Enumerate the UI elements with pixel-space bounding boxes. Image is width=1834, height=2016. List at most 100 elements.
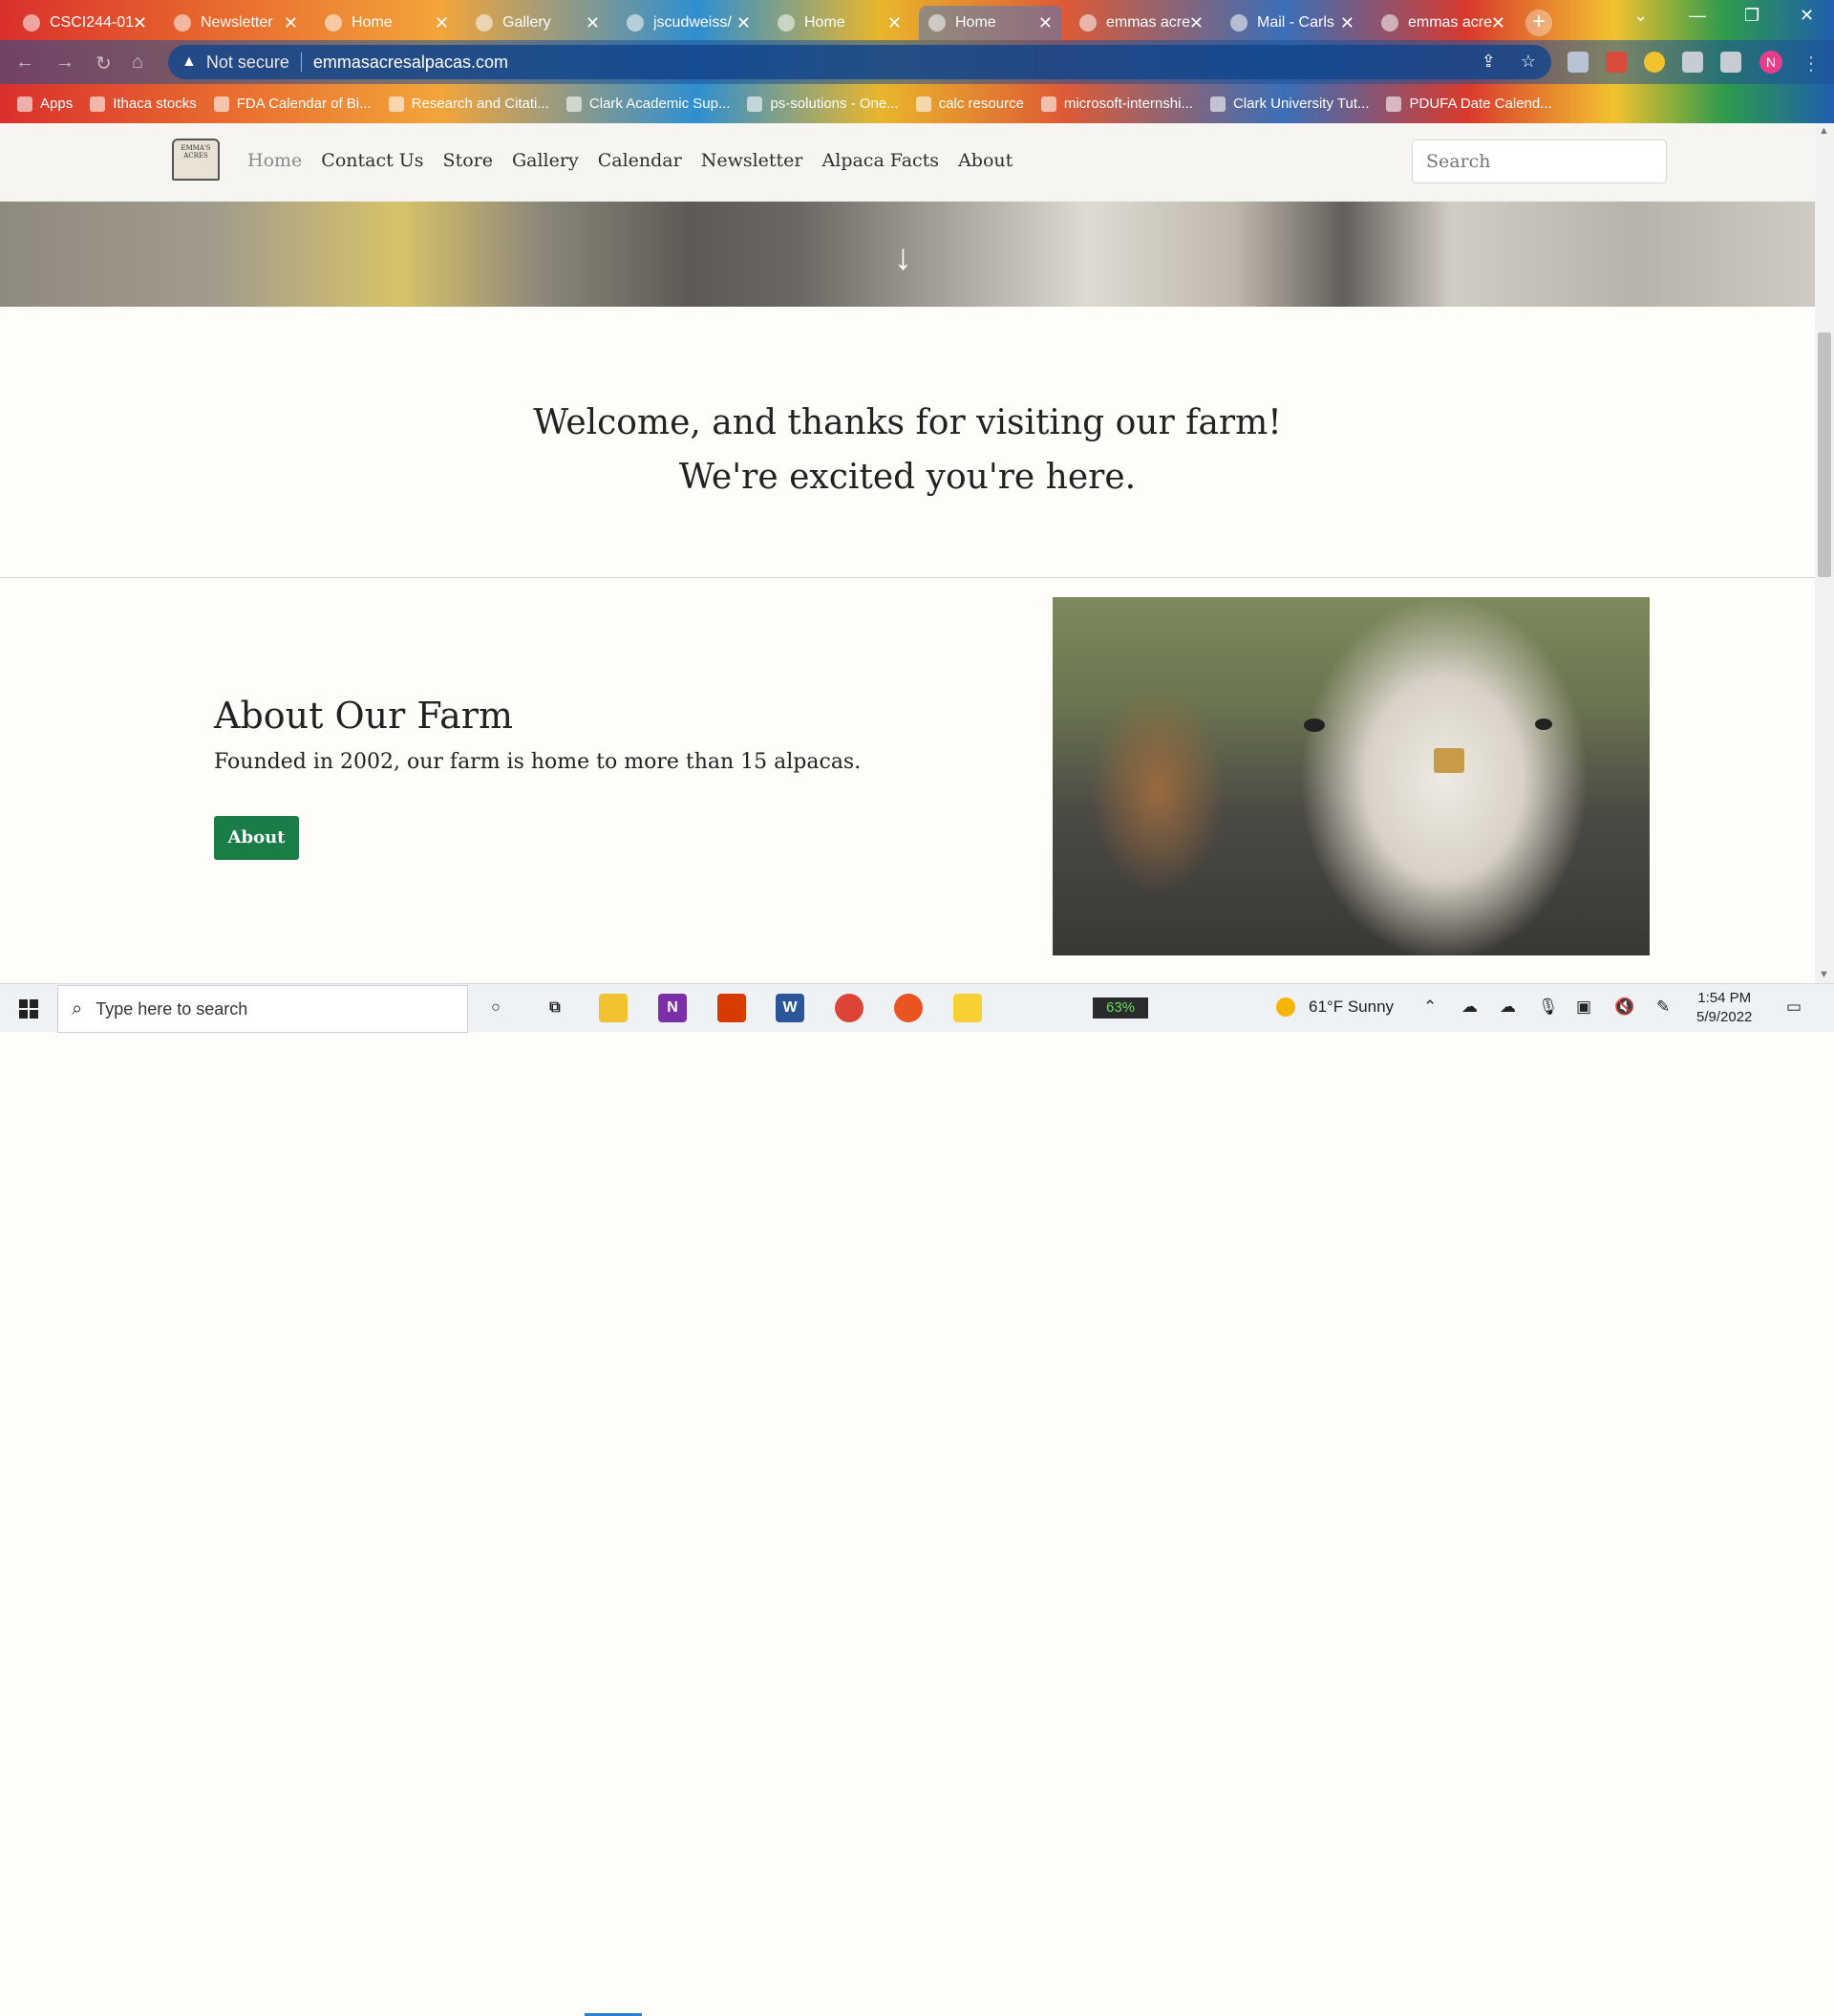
bookmark-favicon-icon <box>90 96 106 112</box>
extensions-puzzle-icon[interactable] <box>1682 52 1703 73</box>
browser-tab[interactable]: Home ✕ <box>768 6 911 40</box>
microphone-icon[interactable]: 🎙 <box>1538 997 1559 1017</box>
apps-grid-icon <box>17 96 32 112</box>
nav-home[interactable]: Home <box>247 150 302 171</box>
weather-text: 61°F Sunny <box>1309 997 1395 1016</box>
browser-tab[interactable]: CSCI244-01 ✕ <box>13 6 157 40</box>
bookmark-apps[interactable]: Apps <box>17 96 73 112</box>
extension-icon[interactable] <box>1644 52 1665 73</box>
windows-start-icon[interactable] <box>19 999 38 1019</box>
office-icon[interactable] <box>717 994 746 1022</box>
nav-contact-us[interactable]: Contact Us <box>321 150 423 171</box>
new-tab-button[interactable]: + <box>1525 10 1552 36</box>
restore-icon[interactable]: ❐ <box>1744 6 1759 26</box>
bookmark-item[interactable]: Clark Academic Sup... <box>565 96 730 112</box>
onedrive-error-icon[interactable]: ☁ <box>1500 997 1516 1017</box>
close-window-icon[interactable]: ✕ <box>1800 6 1814 26</box>
tab-favicon-icon <box>325 14 342 32</box>
notifications-icon[interactable]: ▭ <box>1786 997 1802 1017</box>
bookmark-star-icon[interactable]: ☆ <box>1521 52 1536 72</box>
share-icon[interactable]: ⇪ <box>1482 52 1496 72</box>
about-button[interactable]: About <box>214 816 299 860</box>
cortana-icon[interactable]: ○ <box>481 994 510 1022</box>
reading-list-icon[interactable] <box>1720 52 1741 73</box>
extension-icon[interactable] <box>1606 52 1627 73</box>
close-tab-icon[interactable]: ✕ <box>887 13 902 33</box>
chrome-icon[interactable] <box>835 994 864 1022</box>
sticky-notes-icon[interactable] <box>953 994 982 1022</box>
close-tab-icon[interactable]: ✕ <box>1491 13 1505 33</box>
browser-tab[interactable]: emmas acre ✕ <box>1070 6 1213 40</box>
bookmark-item[interactable]: Research and Citati... <box>388 96 549 112</box>
close-tab-icon[interactable]: ✕ <box>736 13 751 33</box>
bookmark-item[interactable]: ps-solutions - One... <box>747 96 899 112</box>
bookmark-item[interactable]: FDA Calendar of Bi... <box>213 96 372 112</box>
profile-avatar[interactable]: N <box>1759 51 1782 74</box>
bookmark-item[interactable]: microsoft-internshi... <box>1040 96 1193 112</box>
extension-icon[interactable] <box>1567 52 1589 73</box>
home-icon[interactable]: ⌂ <box>132 52 143 74</box>
back-icon[interactable]: ← <box>15 52 34 74</box>
close-tab-icon[interactable]: ✕ <box>133 13 147 33</box>
scroll-down-icon[interactable]: ▼ <box>1819 969 1829 980</box>
section-divider <box>0 577 1815 578</box>
farm-logo[interactable]: EMMA'S ACRES <box>172 139 220 181</box>
tab-search-icon[interactable]: ⌄ <box>1633 6 1648 26</box>
bookmark-item[interactable]: PDUFA Date Calend... <box>1386 96 1552 112</box>
nav-calendar[interactable]: Calendar <box>598 150 682 171</box>
browser-tab[interactable]: emmas acre ✕ <box>1372 6 1515 40</box>
browser-tab[interactable]: jscudweiss/✕ <box>617 6 760 40</box>
close-tab-icon[interactable]: ✕ <box>1340 13 1354 33</box>
photo-detail <box>1434 748 1464 773</box>
system-clock[interactable]: 1:54 PM 5/9/2022 <box>1696 989 1752 1027</box>
close-tab-icon[interactable]: ✕ <box>1038 13 1053 33</box>
nav-gallery[interactable]: Gallery <box>512 150 579 171</box>
close-tab-icon[interactable]: ✕ <box>1189 13 1204 33</box>
close-tab-icon[interactable]: ✕ <box>284 13 298 33</box>
cloud-icon[interactable]: ☁ <box>1461 997 1478 1017</box>
close-tab-icon[interactable]: ✕ <box>435 13 449 33</box>
bookmark-favicon-icon <box>388 96 404 112</box>
show-hidden-icons-chevron-icon[interactable]: ⌃ <box>1423 997 1437 1017</box>
volume-muted-icon[interactable]: 🔇 <box>1614 997 1634 1017</box>
search-input[interactable] <box>1412 139 1667 183</box>
taskbar-search[interactable]: ⌕ Type here to search <box>57 985 468 1033</box>
forward-icon[interactable]: → <box>55 52 75 74</box>
browser-tab[interactable]: Gallery ✕ <box>466 6 609 40</box>
close-tab-icon[interactable]: ✕ <box>586 13 600 33</box>
browser-chrome: CSCI244-01 ✕ Newsletter ✕ Home ✕ Gallery ✕ j… <box>0 0 1834 123</box>
nav-store[interactable]: Store <box>443 150 493 171</box>
scrollbar-thumb[interactable] <box>1818 332 1831 577</box>
task-view-icon[interactable]: ⧉ <box>541 994 569 1022</box>
reload-icon[interactable]: ↻ <box>96 52 112 75</box>
about-description: Founded in 2002, our farm is home to mor… <box>214 750 862 774</box>
browser-tab[interactable]: Mail - Carls ✕ <box>1221 6 1364 40</box>
scroll-down-arrow-icon[interactable]: ↓ <box>894 238 912 279</box>
network-icon[interactable]: ▣ <box>1576 997 1591 1017</box>
weather-widget[interactable]: 61°F Sunny <box>1276 997 1394 1017</box>
menu-kebab-icon[interactable]: ⋮ <box>1802 52 1821 75</box>
file-explorer-icon[interactable] <box>599 994 628 1022</box>
clock-date: 5/9/2022 <box>1696 1009 1753 1025</box>
browser-tab-active[interactable]: Home ✕ <box>919 6 1062 40</box>
bookmark-item[interactable]: calc resource <box>915 96 1024 112</box>
nav-alpaca-facts[interactable]: Alpaca Facts <box>822 150 940 171</box>
photo-detail <box>1535 718 1552 730</box>
google-icon <box>1381 14 1398 32</box>
nav-newsletter[interactable]: Newsletter <box>701 150 803 171</box>
scroll-up-icon[interactable]: ▲ <box>1819 125 1829 137</box>
github-icon <box>1040 96 1056 112</box>
address-bar[interactable]: ▲ Not secure emmasacresalpacas.com ⇪ ☆ <box>168 45 1551 79</box>
bookmark-item[interactable]: Ithaca stocks <box>90 96 197 112</box>
browser-tab[interactable]: Newsletter ✕ <box>164 6 308 40</box>
browser-tab[interactable]: Home ✕ <box>315 6 458 40</box>
minimize-icon[interactable]: — <box>1689 6 1706 26</box>
onenote-icon[interactable]: N <box>658 994 687 1022</box>
ubuntu-icon[interactable] <box>894 994 923 1022</box>
pen-icon[interactable]: ✎ <box>1656 997 1670 1017</box>
nav-about[interactable]: About <box>958 150 1013 171</box>
bookmark-item[interactable]: Clark University Tut... <box>1209 96 1369 112</box>
security-label: Not secure <box>205 52 289 72</box>
word-icon[interactable]: W <box>776 994 804 1022</box>
bookmark-favicon-icon <box>1209 96 1226 112</box>
